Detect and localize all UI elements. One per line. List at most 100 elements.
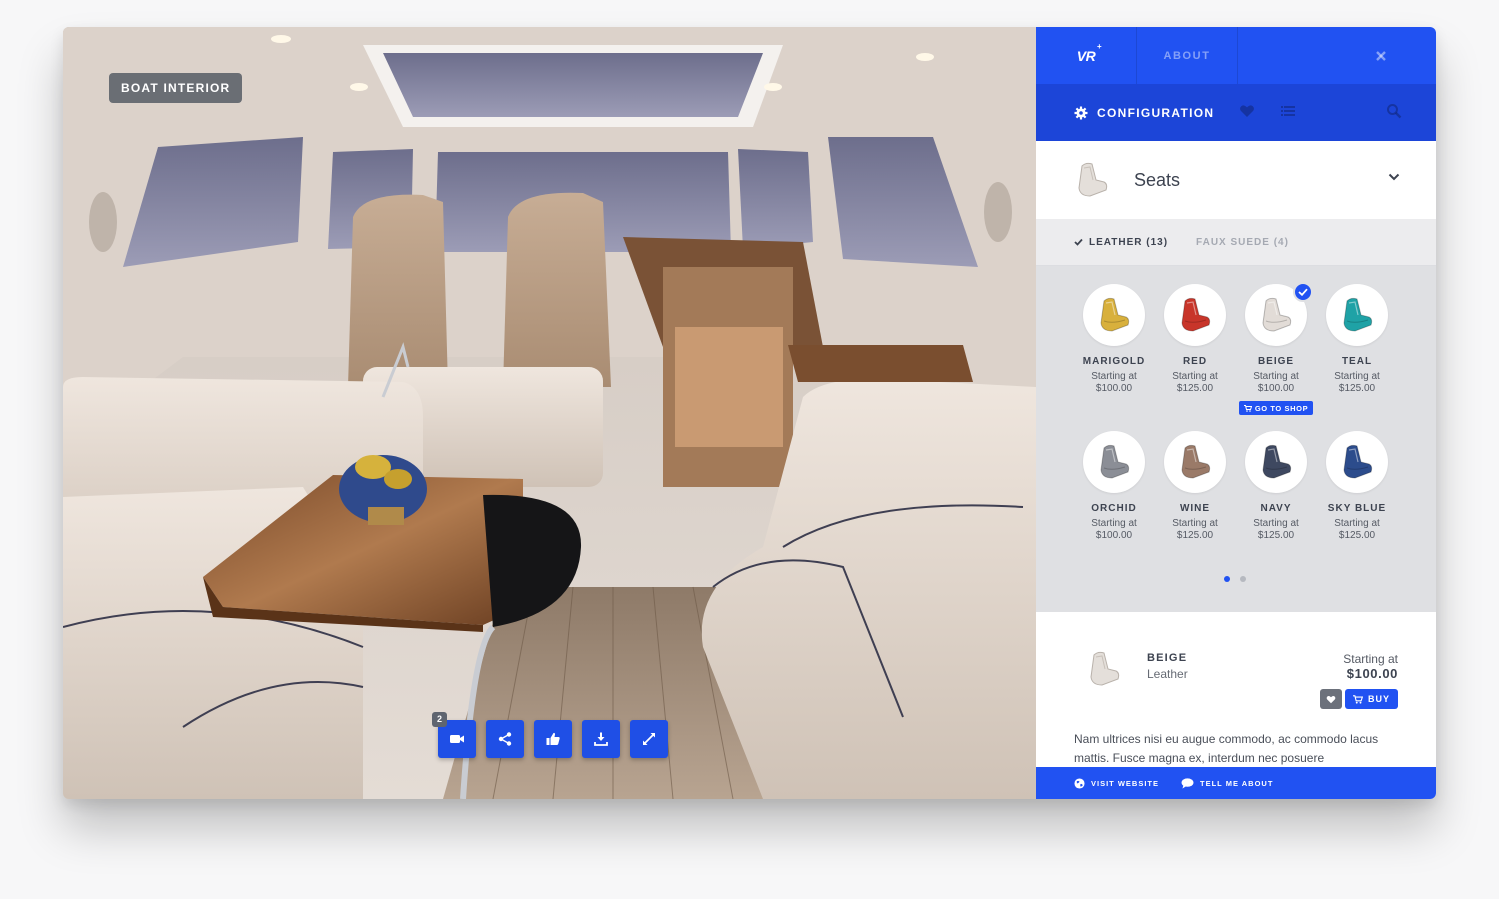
swatch-price-label: Starting at <box>1334 518 1380 529</box>
page-dot-2[interactable] <box>1240 576 1246 582</box>
brand-logo[interactable]: VR + <box>1036 27 1137 84</box>
swatch-price-label: Starting at <box>1091 518 1137 529</box>
seat-icon <box>1343 444 1373 479</box>
swatch-name: ORCHID <box>1091 503 1137 514</box>
visit-website-link[interactable]: VISIT WEBSITE <box>1074 777 1159 789</box>
swatch-price-value: $125.00 <box>1338 383 1376 394</box>
swatch-circle <box>1083 431 1145 493</box>
swatch-teal[interactable]: TEAL Starting at $125.00 <box>1317 284 1397 395</box>
viewer-toolbar: 2 <box>432 712 668 758</box>
check-icon <box>1074 238 1083 246</box>
swatch-beige[interactable]: BEIGE Starting at $100.00 GO TO SHOP <box>1236 282 1316 417</box>
selected-material: Leather <box>1147 667 1188 681</box>
scene-label: BOAT INTERIOR <box>109 73 243 103</box>
swatch-name: SKY BLUE <box>1327 503 1387 514</box>
seat-thumbnail-icon <box>1078 162 1108 197</box>
chat-icon <box>1181 777 1194 789</box>
fullscreen-icon <box>643 733 655 745</box>
swatch-sky-blue[interactable]: SKY BLUE Starting at $125.00 <box>1317 431 1397 542</box>
swatch-price: Starting at $125.00 <box>1155 371 1235 395</box>
swatch-price-label: Starting at <box>1253 371 1299 382</box>
filter-leather[interactable]: LEATHER (13) <box>1074 237 1168 248</box>
filter-leather-label: LEATHER (13) <box>1089 236 1169 248</box>
cart-icon <box>1352 694 1363 704</box>
swatch-price: Starting at $100.00 <box>1074 371 1154 395</box>
swatch-price-value: $125.00 <box>1338 530 1376 541</box>
buy-button[interactable]: BUY <box>1345 689 1398 709</box>
filter-faux-suede[interactable]: FAUX SUEDE (4) <box>1196 237 1289 248</box>
logo-text: VR <box>1076 47 1096 64</box>
swatch-price: Starting at $125.00 <box>1317 371 1397 395</box>
swatch-name: BEIGE <box>1257 356 1295 367</box>
buy-label: BUY <box>1367 694 1390 704</box>
video-count-badge: 2 <box>432 712 447 727</box>
list-icon[interactable] <box>1280 103 1296 119</box>
tell-me-about-label: TELL ME ABOUT <box>1200 778 1274 788</box>
swatch-price-label: Starting at <box>1253 518 1299 529</box>
globe-icon <box>1074 777 1085 789</box>
category-title: Seats <box>1134 169 1181 190</box>
share-button[interactable] <box>486 720 524 758</box>
seat-icon <box>1262 297 1292 332</box>
category-selector[interactable]: Seats <box>1036 141 1436 219</box>
video-button[interactable]: 2 <box>432 712 476 758</box>
search-icon[interactable] <box>1386 103 1402 119</box>
page-dot-1[interactable] <box>1224 576 1230 582</box>
swatch-name: RED <box>1182 356 1208 367</box>
seat-icon <box>1262 444 1292 479</box>
boat-interior-scene <box>63 27 1036 799</box>
seat-icon <box>1100 297 1130 332</box>
selected-name: BEIGE <box>1147 652 1188 664</box>
swatch-price-value: $100.00 <box>1257 383 1295 394</box>
go-to-shop-button[interactable]: GO TO SHOP <box>1238 401 1314 415</box>
swatch-price-label: Starting at <box>1334 371 1380 382</box>
swatch-circle <box>1083 284 1145 346</box>
filter-faux-suede-label: FAUX SUEDE (4) <box>1196 236 1289 248</box>
swatch-marigold[interactable]: MARIGOLD Starting at $100.00 <box>1074 284 1154 395</box>
swatch-navy[interactable]: NAVY Starting at $125.00 <box>1236 431 1316 542</box>
swatch-price: Starting at $125.00 <box>1155 518 1235 542</box>
swatch-orchid[interactable]: ORCHID Starting at $100.00 <box>1074 431 1154 542</box>
configuration-tab[interactable]: CONFIGURATION <box>1074 106 1214 120</box>
panorama-viewer[interactable]: BOAT INTERIOR 2 <box>63 27 1036 799</box>
share-icon <box>498 732 512 746</box>
swatch-price-label: Starting at <box>1091 371 1137 382</box>
fullscreen-button[interactable] <box>630 720 668 758</box>
swatch-grid: MARIGOLD Starting at $100.00 RED Starting at… <box>1036 266 1436 612</box>
swatch-name: MARIGOLD <box>1082 356 1146 367</box>
heart-icon[interactable] <box>1239 103 1255 119</box>
cart-icon <box>1243 404 1252 412</box>
swatch-price-value: $100.00 <box>1095 530 1133 541</box>
swatch-circle <box>1245 282 1313 346</box>
download-icon <box>594 732 608 746</box>
seat-icon <box>1181 444 1211 479</box>
swatch-red[interactable]: RED Starting at $125.00 <box>1155 284 1235 395</box>
selected-price-label: Starting at <box>1343 652 1398 666</box>
configuration-bar: CONFIGURATION <box>1036 84 1436 141</box>
video-camera-icon <box>450 735 464 743</box>
gear-icon <box>1074 106 1088 119</box>
thumbs-up-icon <box>546 732 560 745</box>
tell-me-about-link[interactable]: TELL ME ABOUT <box>1181 777 1274 789</box>
seat-icon <box>1343 297 1373 332</box>
panel-topbar: VR + ABOUT <box>1036 27 1436 84</box>
close-button[interactable] <box>1326 27 1436 84</box>
swatch-price-label: Starting at <box>1172 371 1218 382</box>
swatch-price-value: $100.00 <box>1095 383 1133 394</box>
swatch-circle <box>1245 431 1307 493</box>
configurator-window: BOAT INTERIOR 2 VR + ABOUT CONFIGURATION… <box>63 27 1436 799</box>
swatch-wine[interactable]: WINE Starting at $125.00 <box>1155 431 1235 542</box>
swatch-circle <box>1326 284 1388 346</box>
swatch-price-value: $125.00 <box>1176 530 1214 541</box>
configurator-panel: VR + ABOUT CONFIGURATION Seats LEATHER (… <box>1036 27 1436 799</box>
swatch-circle <box>1164 284 1226 346</box>
about-tab[interactable]: ABOUT <box>1137 27 1238 84</box>
swatch-circle <box>1164 431 1226 493</box>
pagination-dots <box>1224 576 1246 582</box>
favorite-button[interactable] <box>1320 689 1342 709</box>
chevron-down-icon[interactable] <box>1388 173 1400 181</box>
like-button[interactable] <box>534 720 572 758</box>
selected-seat-thumbnail <box>1090 651 1120 686</box>
download-button[interactable] <box>582 720 620 758</box>
logo-sup: + <box>1097 41 1102 51</box>
